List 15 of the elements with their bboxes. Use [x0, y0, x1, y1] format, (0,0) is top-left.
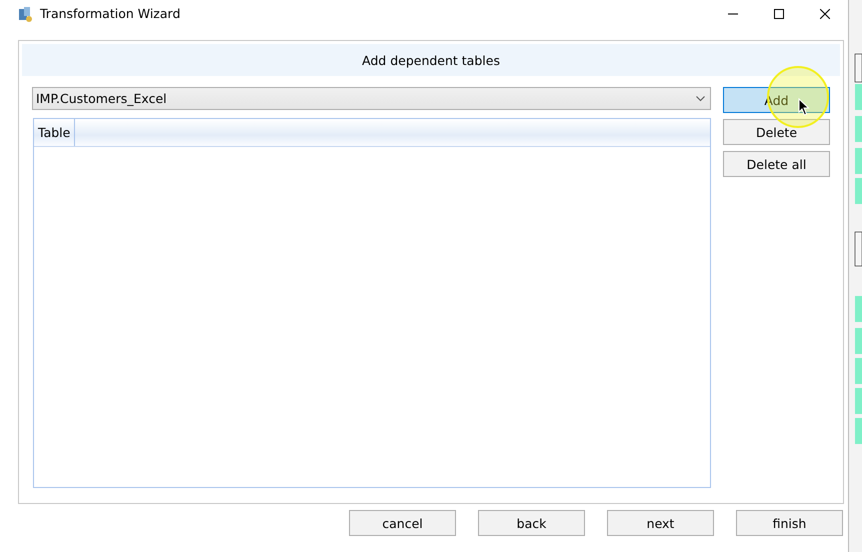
app-icon [16, 4, 34, 22]
wizard-button[interactable]: next [607, 510, 714, 536]
action-button[interactable]: Delete [723, 119, 830, 145]
maximize-icon [774, 8, 784, 18]
chevron-down-icon [696, 96, 705, 102]
wizard-button[interactable]: cancel [349, 510, 456, 536]
close-icon [820, 8, 830, 18]
table-dropdown[interactable]: IMP.Customers_Excel [32, 87, 711, 110]
wizard-button[interactable]: finish [736, 510, 843, 536]
cursor-icon [798, 98, 810, 116]
panel-title: Add dependent tables [362, 52, 500, 68]
column-header[interactable]: Table [34, 119, 76, 146]
wizard-button[interactable]: back [478, 510, 585, 536]
window-title: Transformation Wizard [40, 6, 180, 21]
action-button[interactable]: Delete all [723, 151, 830, 177]
